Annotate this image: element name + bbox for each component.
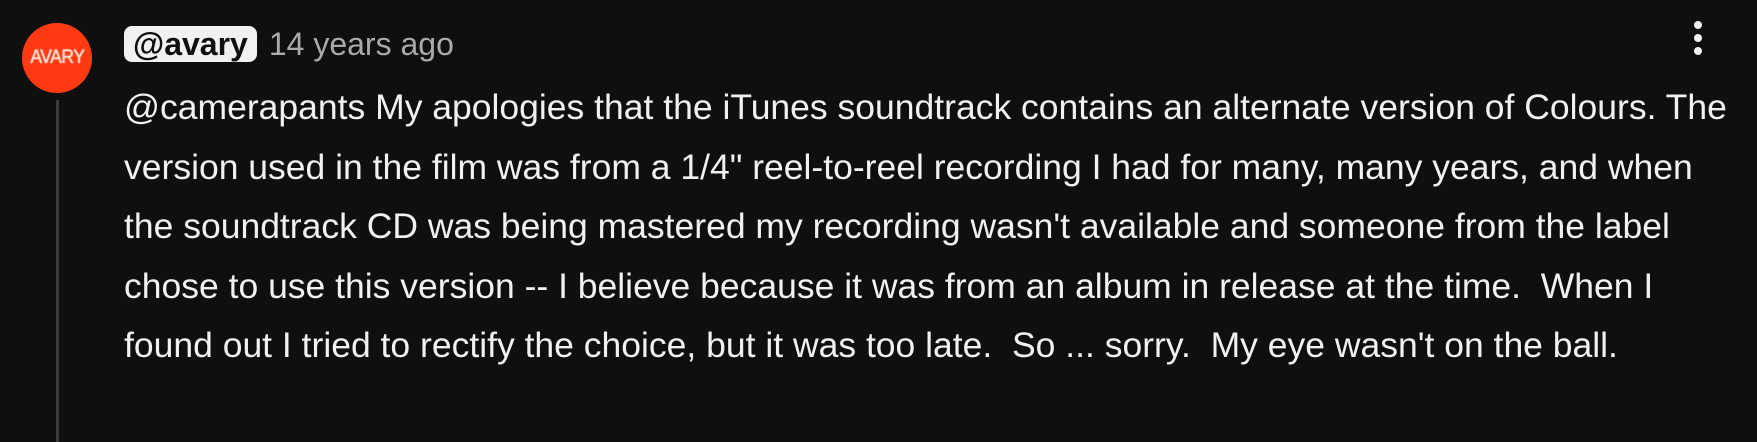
more-vertical-icon <box>1694 19 1702 58</box>
comment-timestamp[interactable]: 14 years ago <box>269 26 454 63</box>
author-name-link[interactable]: @avary <box>124 26 257 62</box>
comment-header: @avary 14 years ago <box>124 22 454 66</box>
comment-text: @camerapants My apologies that the iTune… <box>124 87 1737 365</box>
author-avatar[interactable]: AVARY <box>22 23 92 93</box>
comment-thread: AVARY @avary 14 years ago @camerapants M… <box>0 0 1757 442</box>
comment-action-menu-button[interactable] <box>1674 14 1722 62</box>
avatar-label: AVARY <box>29 47 85 68</box>
thread-line <box>56 100 59 442</box>
